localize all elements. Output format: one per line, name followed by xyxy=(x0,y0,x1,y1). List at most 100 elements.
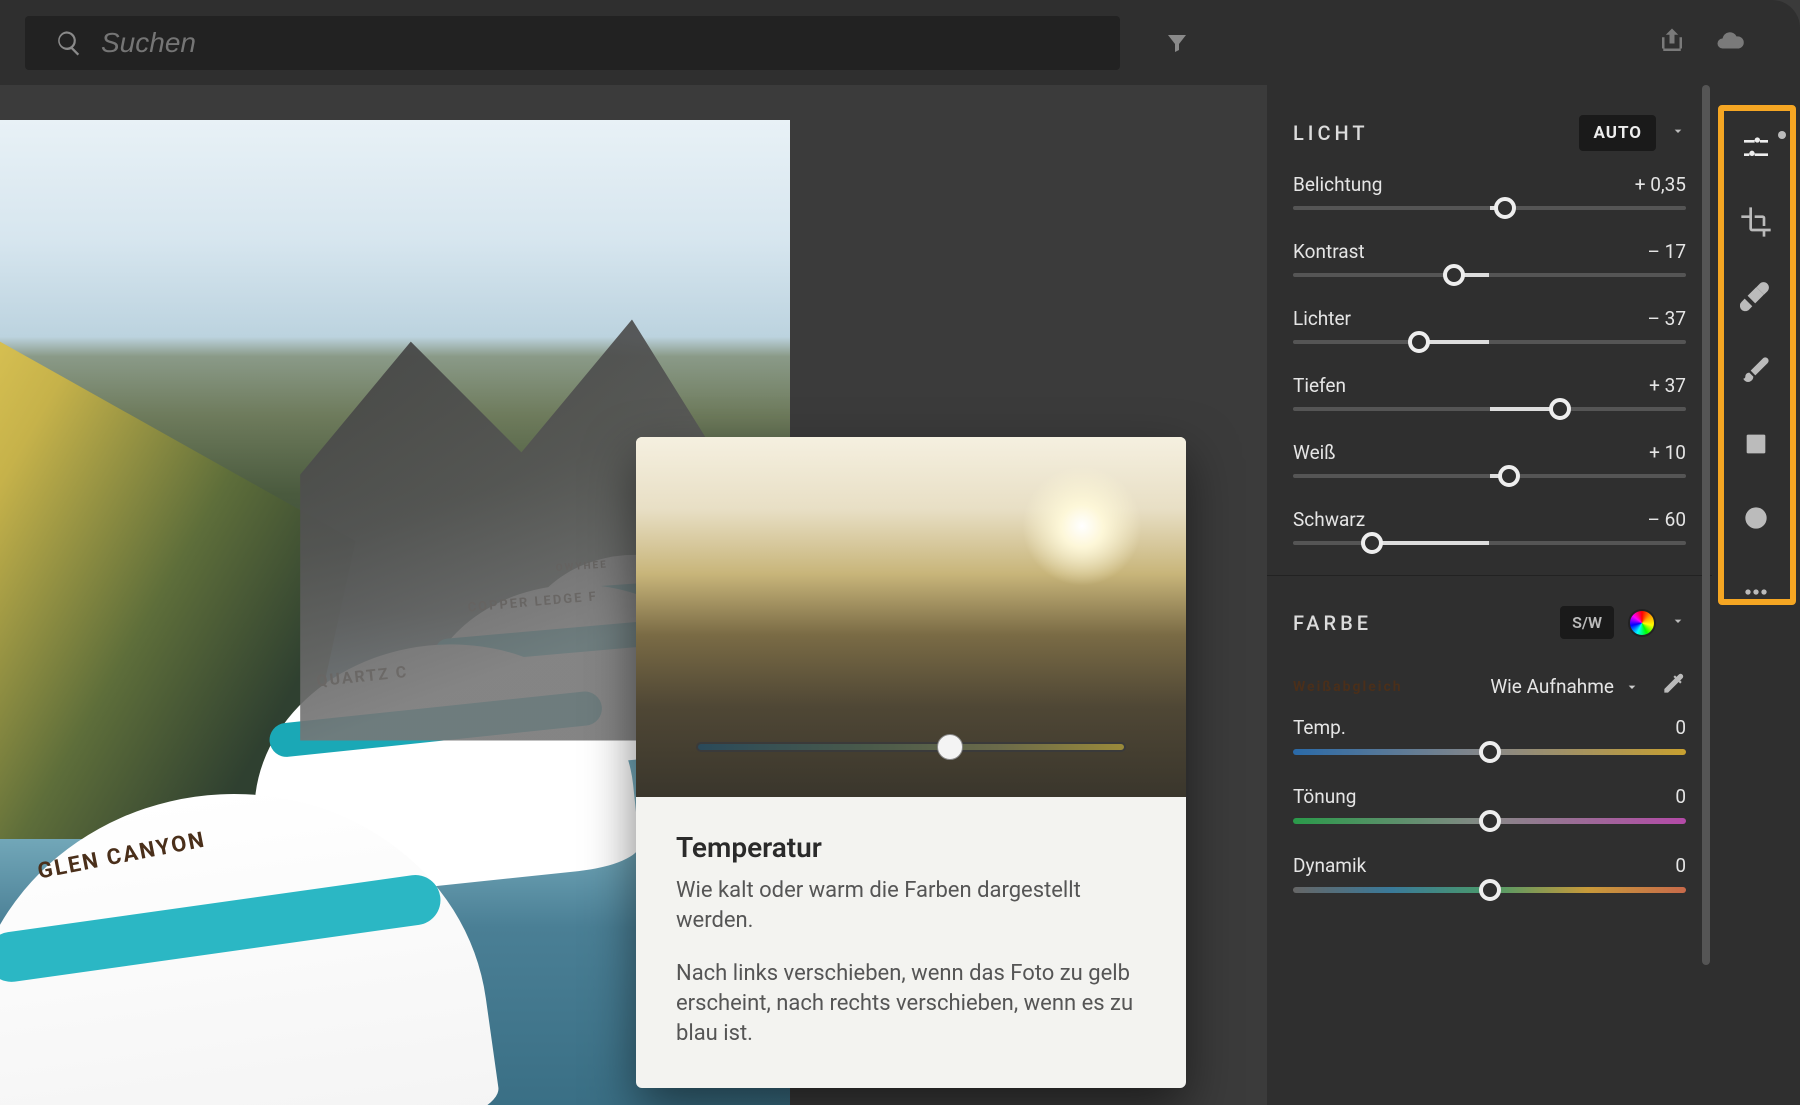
boat-label: COPPER LEDGE F xyxy=(467,590,598,616)
search-input[interactable] xyxy=(101,27,1090,59)
white-balance-row: Weißabgleich Wie Aufnahme xyxy=(1267,657,1712,712)
sliders-icon xyxy=(1740,132,1772,164)
slider-value: – 37 xyxy=(1647,307,1686,330)
share-icon xyxy=(1657,26,1687,56)
tool-edit[interactable] xyxy=(1712,111,1800,185)
slider-label: Belichtung xyxy=(1293,173,1382,196)
tool-crop[interactable] xyxy=(1712,185,1800,259)
slider-belichtung[interactable]: Belichtung + 0,35 xyxy=(1267,169,1712,236)
eyedropper-button[interactable] xyxy=(1660,671,1686,702)
slider-label: Kontrast xyxy=(1293,240,1365,263)
slider-label: Weiß xyxy=(1293,441,1336,464)
slider-value: + 37 xyxy=(1649,374,1686,397)
slider-track[interactable] xyxy=(1293,749,1686,755)
wb-label: Weißabgleich xyxy=(1293,679,1403,695)
section-header-color[interactable]: FARBE S/W xyxy=(1267,576,1712,657)
tooltip-text: Wie kalt oder warm die Farben dargestell… xyxy=(676,876,1146,935)
tool-strip xyxy=(1712,85,1800,1105)
help-tooltip: Temperatur Wie kalt oder warm die Farben… xyxy=(636,437,1186,1088)
slider-value: + 0,35 xyxy=(1635,173,1686,196)
slider-label: Dynamik xyxy=(1293,854,1366,877)
dots-icon xyxy=(1740,576,1772,608)
slider-track[interactable] xyxy=(1293,541,1686,545)
square-icon xyxy=(1740,428,1772,460)
tooltip-preview xyxy=(636,437,1186,797)
collapse-toggle[interactable] xyxy=(1670,123,1686,143)
wb-dropdown[interactable]: Wie Aufnahme xyxy=(1490,675,1640,698)
tool-linear-gradient[interactable] xyxy=(1712,407,1800,481)
share-button[interactable] xyxy=(1657,26,1687,60)
circle-icon xyxy=(1740,502,1772,534)
tool-radial-gradient[interactable] xyxy=(1712,481,1800,555)
slider-label: Temp. xyxy=(1293,716,1346,739)
tool-more[interactable] xyxy=(1712,555,1800,629)
topbar xyxy=(0,0,1800,85)
section-header-light[interactable]: LICHT AUTO xyxy=(1267,85,1712,169)
slider-label: Lichter xyxy=(1293,307,1351,330)
boat-label: OWYHEE xyxy=(555,559,608,574)
slider-value: 0 xyxy=(1675,716,1686,739)
slider-track[interactable] xyxy=(1293,340,1686,344)
edit-panel: LICHT AUTO Belichtung + 0,35 Kontrast – 17 L… xyxy=(1267,85,1712,1105)
boat-label: QUARTZ C xyxy=(316,662,409,691)
slider-lichter[interactable]: Lichter – 37 xyxy=(1267,303,1712,370)
slider-thumb[interactable] xyxy=(1549,398,1571,420)
slider-thumb[interactable] xyxy=(1443,264,1465,286)
slider-kontrast[interactable]: Kontrast – 17 xyxy=(1267,236,1712,303)
slider-tiefen[interactable]: Tiefen + 37 xyxy=(1267,370,1712,437)
slider-label: Schwarz xyxy=(1293,508,1365,531)
slider-tönung[interactable]: Tönung 0 xyxy=(1267,781,1712,850)
slider-value: + 10 xyxy=(1649,441,1686,464)
slider-thumb[interactable] xyxy=(1361,532,1383,554)
eyedropper-icon xyxy=(1660,671,1686,697)
slider-thumb[interactable] xyxy=(1479,741,1501,763)
slider-value: – 17 xyxy=(1647,240,1686,263)
filter-button[interactable] xyxy=(1150,16,1204,70)
slider-value: – 60 xyxy=(1647,508,1686,531)
crop-icon xyxy=(1740,206,1772,238)
funnel-icon xyxy=(1165,31,1189,55)
slider-schwarz[interactable]: Schwarz – 60 xyxy=(1267,504,1712,571)
auto-button[interactable]: AUTO xyxy=(1579,115,1656,151)
slider-track[interactable] xyxy=(1293,206,1686,210)
slider-track[interactable] xyxy=(1293,887,1686,893)
slider-label: Tiefen xyxy=(1293,374,1346,397)
slider-track[interactable] xyxy=(1293,407,1686,411)
slider-value: 0 xyxy=(1675,854,1686,877)
cloud-icon xyxy=(1715,26,1745,56)
slider-thumb[interactable] xyxy=(937,734,963,760)
canvas-area: OWYHEE COPPER LEDGE F QUARTZ C GLEN CANY… xyxy=(0,85,1267,1105)
slider-dynamik[interactable]: Dynamik 0 xyxy=(1267,850,1712,919)
bw-toggle[interactable]: S/W xyxy=(1560,606,1614,639)
slider-track[interactable] xyxy=(1293,818,1686,824)
bandage-icon xyxy=(1740,280,1772,312)
search-icon xyxy=(55,29,83,57)
slider-thumb[interactable] xyxy=(1498,465,1520,487)
chevron-down-icon xyxy=(1670,613,1686,629)
color-mixer-button[interactable] xyxy=(1628,609,1656,637)
slider-label: Tönung xyxy=(1293,785,1356,808)
slider-track[interactable] xyxy=(1293,273,1686,277)
section-title: FARBE xyxy=(1293,611,1372,635)
section-title: LICHT xyxy=(1293,121,1369,145)
slider-weiß[interactable]: Weiß + 10 xyxy=(1267,437,1712,504)
search-field[interactable] xyxy=(25,16,1120,70)
slider-thumb[interactable] xyxy=(1479,810,1501,832)
slider-thumb[interactable] xyxy=(1479,879,1501,901)
brush-icon xyxy=(1740,354,1772,386)
tool-heal[interactable] xyxy=(1712,259,1800,333)
collapse-toggle[interactable] xyxy=(1670,613,1686,633)
slider-thumb[interactable] xyxy=(1408,331,1430,353)
slider-thumb[interactable] xyxy=(1494,197,1516,219)
panel-scrollbar[interactable] xyxy=(1702,85,1710,1105)
tooltip-text: Nach links verschieben, wenn das Foto zu… xyxy=(676,959,1146,1048)
slider-track[interactable] xyxy=(1293,474,1686,478)
tooltip-temp-slider[interactable] xyxy=(696,727,1126,767)
slider-temp[interactable]: Temp. 0 xyxy=(1267,712,1712,781)
cloud-button[interactable] xyxy=(1715,26,1745,60)
tool-brush[interactable] xyxy=(1712,333,1800,407)
slider-value: 0 xyxy=(1675,785,1686,808)
chevron-down-icon xyxy=(1670,123,1686,139)
tooltip-title: Temperatur xyxy=(676,831,1146,864)
chevron-down-icon xyxy=(1624,679,1640,695)
